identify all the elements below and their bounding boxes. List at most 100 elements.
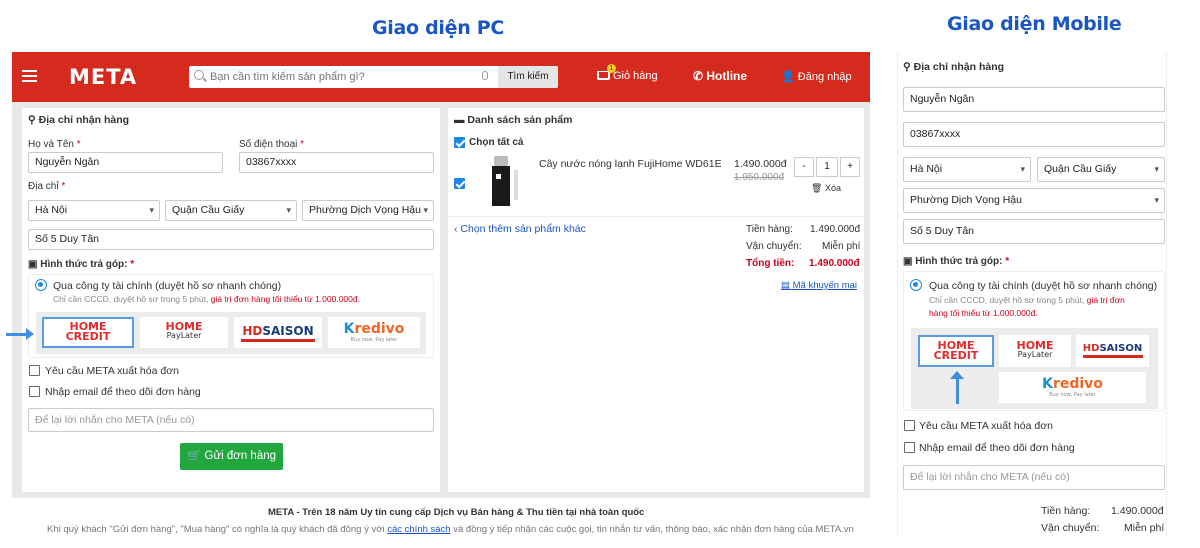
subtotal-label: Tiền hàng: bbox=[746, 224, 793, 235]
money-icon: ▣ bbox=[903, 256, 913, 267]
search-icon bbox=[194, 70, 204, 80]
mobile-finance-option-label: Qua công ty tài chính (duyệt hồ sơ nhanh… bbox=[929, 280, 1158, 292]
search-bar: Tìm kiếm bbox=[189, 66, 558, 88]
hdsaison-option[interactable]: HDSAISON bbox=[234, 317, 322, 348]
kredivo-logo: Kredivo Buy now, Pay later bbox=[1042, 376, 1103, 398]
mobile-email-label: Nhập email để theo dõi đơn hàng bbox=[919, 442, 1075, 454]
login-label: Đăng nhập bbox=[797, 71, 852, 83]
cart-icon: 🛒 bbox=[186, 450, 205, 462]
mobile-finance-note-1: Chỉ cần CCCD, duyệt hồ sơ trong 5 phút, … bbox=[929, 295, 1125, 305]
mobile-province-select[interactable]: Hà Nội bbox=[903, 157, 1031, 182]
mobile-paylater-option[interactable]: HOME PayLater bbox=[999, 335, 1071, 367]
phone-input[interactable]: 03867xxxx bbox=[239, 152, 434, 173]
product-price: 1.490.000đ bbox=[734, 158, 787, 170]
mobile-finance-note-2: hàng tối thiểu từ 1.000.000đ. bbox=[929, 308, 1038, 318]
finance-option-label: Qua công ty tài chính (duyệt hồ sơ nhanh… bbox=[53, 280, 282, 292]
trash-icon: 🗑 bbox=[811, 183, 823, 193]
finance-company-radio[interactable] bbox=[35, 279, 47, 291]
user-icon: 👤 bbox=[781, 71, 798, 83]
remove-item-button[interactable]: 🗑 Xóa bbox=[811, 183, 841, 194]
provider-list: HOME CREDIT HOME PayLater HDSAISON Kredivo… bbox=[36, 312, 426, 354]
total-label: Tổng tiền: bbox=[746, 258, 795, 269]
name-label: Họ và Tên * bbox=[28, 139, 81, 150]
login-link[interactable]: 👤 Đăng nhập bbox=[781, 70, 852, 83]
mobile-district-select[interactable]: Quận Cầu Giấy bbox=[1037, 157, 1165, 182]
mobile-ward-select[interactable]: Phường Dịch Vọng Hậu bbox=[903, 188, 1165, 213]
mobile-hdsaison-option[interactable]: HDSAISON bbox=[1076, 335, 1149, 367]
province-select[interactable]: Hà Nội bbox=[28, 200, 160, 221]
qty-increase-button[interactable]: + bbox=[840, 157, 860, 177]
location-icon: ⚲ bbox=[903, 61, 911, 73]
qty-decrease-button[interactable]: - bbox=[794, 157, 814, 177]
location-icon: ⚲ bbox=[28, 114, 36, 126]
product-list-title: ▬ Danh sách sản phẩm bbox=[454, 114, 573, 126]
mobile-kredivo-option[interactable]: Kredivo Buy now, Pay later bbox=[999, 372, 1146, 403]
pointer-arrow-icon bbox=[6, 328, 34, 340]
mobile-homecredit-option[interactable]: HOME CREDIT bbox=[918, 335, 994, 367]
mobile-subtotal-label: Tiền hàng: bbox=[1041, 505, 1091, 517]
homecredit-option[interactable]: HOME CREDIT bbox=[42, 317, 134, 348]
ward-select[interactable]: Phường Dịch Vọng Hậu bbox=[302, 200, 434, 221]
product-name[interactable]: Cây nước nóng lạnh FujiHome WD61E bbox=[539, 158, 722, 170]
paylater-option[interactable]: HOME PayLater bbox=[140, 317, 228, 348]
divider bbox=[448, 216, 864, 217]
pointer-arrow-icon bbox=[950, 371, 964, 404]
pc-screen: META Tìm kiếm 1Giỏ hàng ✆ Hotline 👤 Đăng… bbox=[6, 52, 870, 498]
search-input[interactable] bbox=[210, 69, 470, 85]
invoice-checkbox[interactable] bbox=[29, 365, 40, 376]
mobile-invoice-label: Yêu cầu META xuất hóa đơn bbox=[919, 420, 1053, 432]
cart-label: Giỏ hàng bbox=[613, 70, 658, 82]
submit-order-button[interactable]: 🛒 Gửi đơn hàng bbox=[180, 443, 283, 470]
select-all-label: Chọn tất cả bbox=[469, 137, 524, 148]
kredivo-logo: Kredivo Buy now, Pay later bbox=[343, 321, 405, 343]
district-select[interactable]: Quận Cầu Giấy bbox=[165, 200, 297, 221]
mobile-phone-input[interactable]: 03867xxxx bbox=[903, 122, 1165, 147]
promo-code-link[interactable]: ▤ Mã khuyến mại bbox=[781, 280, 857, 291]
mobile-invoice-checkbox[interactable] bbox=[904, 420, 915, 431]
mobile-note-input[interactable]: Để lại lời nhắn cho META (nếu có) bbox=[903, 465, 1165, 490]
mobile-email-checkbox[interactable] bbox=[904, 442, 915, 453]
street-input[interactable]: Số 5 Duy Tân bbox=[28, 229, 434, 250]
invoice-label: Yêu cầu META xuất hóa đơn bbox=[45, 365, 179, 377]
search-button[interactable]: Tìm kiếm bbox=[498, 66, 558, 88]
menu-icon[interactable] bbox=[22, 70, 37, 82]
add-more-link[interactable]: ‹ Chọn thêm sản phẩm khác bbox=[454, 223, 586, 235]
paylater-logo: HOME PayLater bbox=[1016, 339, 1054, 359]
note-input[interactable]: Để lại lời nhắn cho META (nếu có) bbox=[28, 408, 434, 432]
total-value: 1.490.000đ bbox=[809, 258, 860, 269]
policy-link[interactable]: các chính sách bbox=[387, 524, 450, 535]
qty-input[interactable]: 1 bbox=[816, 157, 838, 177]
product-panel: ▬ Danh sách sản phẩm Chọn tất cả Cây nướ… bbox=[448, 108, 864, 492]
address-label: Địa chỉ * bbox=[28, 181, 66, 192]
microphone-icon[interactable] bbox=[482, 71, 488, 80]
coupon-icon: ▤ bbox=[781, 280, 790, 291]
select-all-checkbox[interactable] bbox=[454, 137, 465, 148]
kredivo-option[interactable]: Kredivo Buy now, Pay later bbox=[328, 317, 420, 348]
mobile-screen: ⚲ Địa chỉ nhận hàng Nguyễn Ngân 03867xxx… bbox=[897, 52, 1167, 538]
hotline-label: Hotline bbox=[706, 69, 748, 83]
installment-title: ▣ Hình thức trả góp: * bbox=[28, 259, 135, 270]
mobile-heading: Giao diện Mobile bbox=[947, 13, 1122, 35]
finance-note: Chỉ cần CCCD, duyệt hồ sơ trong 5 phút, … bbox=[53, 294, 360, 304]
subtotal-value: 1.490.000đ bbox=[810, 224, 861, 235]
mobile-shipping-label: Vận chuyển: bbox=[1041, 522, 1100, 534]
site-logo[interactable]: META bbox=[69, 65, 137, 89]
address-title: ⚲ Địa chỉ nhận hàng bbox=[28, 114, 130, 126]
homecredit-logo: HOME CREDIT bbox=[65, 320, 111, 344]
pc-heading: Giao diện PC bbox=[372, 17, 505, 39]
address-panel: ⚲ Địa chỉ nhận hàng Họ và Tên * Số điện … bbox=[22, 108, 440, 492]
cart-link[interactable]: 1 Giỏ hàng bbox=[597, 64, 658, 82]
hotline-link[interactable]: ✆ Hotline bbox=[693, 69, 747, 83]
mobile-finance-radio[interactable] bbox=[910, 279, 922, 291]
mobile-name-input[interactable]: Nguyễn Ngân bbox=[903, 87, 1165, 112]
product-old-price: 1.950.000đ bbox=[734, 172, 785, 183]
mobile-address-title: ⚲ Địa chỉ nhận hàng bbox=[903, 61, 1005, 73]
paylater-logo: HOME PayLater bbox=[165, 320, 203, 340]
name-input[interactable]: Nguyễn Ngân bbox=[28, 152, 223, 173]
item-checkbox[interactable] bbox=[454, 178, 465, 189]
email-checkbox[interactable] bbox=[29, 386, 40, 397]
footer-terms: Khi quý khách "Gửi đơn hàng", "Mua hàng"… bbox=[47, 524, 854, 535]
mobile-street-input[interactable]: Số 5 Duy Tân bbox=[903, 219, 1165, 244]
shipping-value: Miễn phí bbox=[822, 241, 861, 252]
cart-count-badge: 1 bbox=[607, 64, 616, 73]
